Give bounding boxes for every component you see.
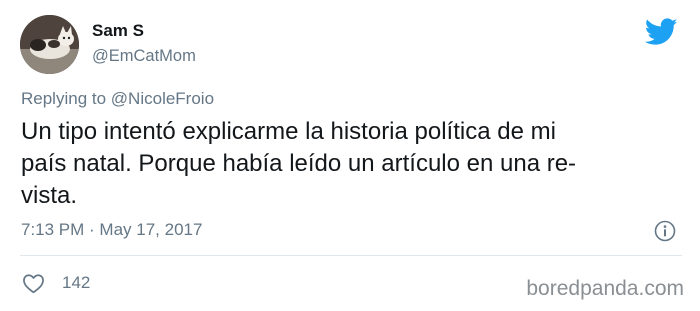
heart-icon[interactable] [22, 273, 45, 294]
reply-mention-link[interactable]: @NicoleFroio [111, 89, 214, 108]
tweet-text: Un tipo intentó explicarme la historia p… [21, 118, 577, 209]
display-name[interactable]: Sam S [92, 21, 144, 41]
like-count: 142 [62, 273, 91, 292]
avatar[interactable] [20, 15, 79, 74]
tweet-timestamp[interactable]: 7:13 PM · May 17, 2017 [21, 219, 202, 241]
watermark: boredpanda.com [526, 277, 684, 300]
twitter-bird-icon [645, 18, 678, 45]
reply-context: Replying to @NicoleFroio [21, 88, 214, 110]
reply-prefix: Replying to [21, 89, 107, 108]
divider [20, 255, 682, 256]
user-handle[interactable]: @EmCatMom [92, 46, 196, 66]
info-icon[interactable] [654, 220, 676, 242]
